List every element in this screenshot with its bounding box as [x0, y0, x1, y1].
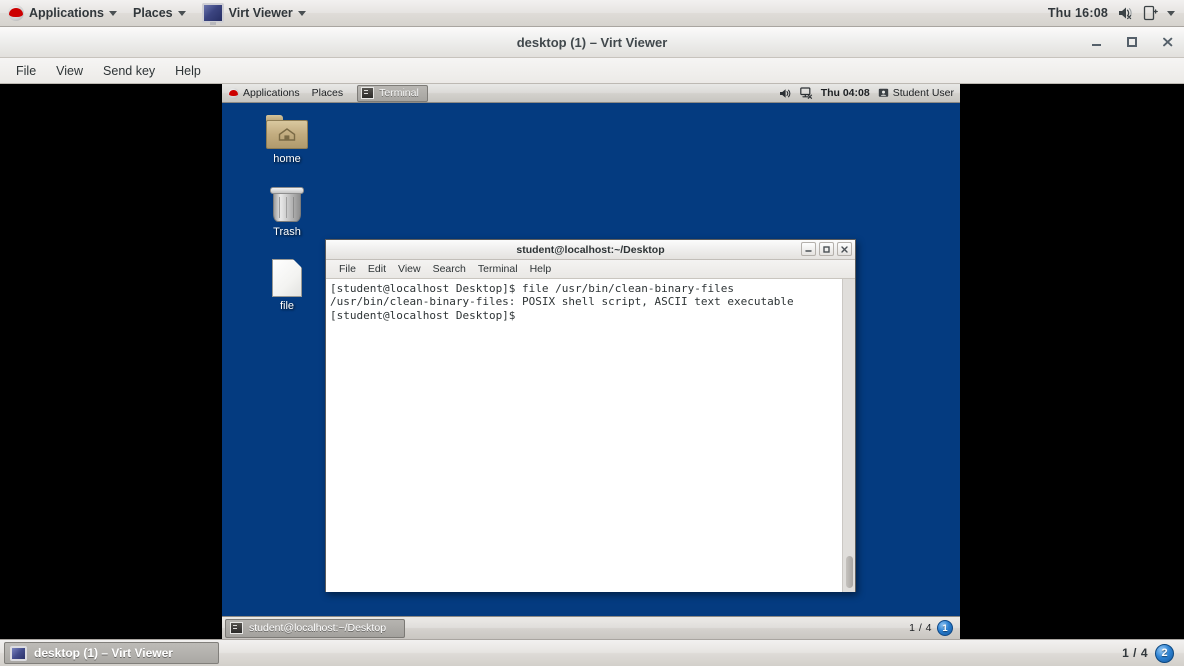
volume-icon[interactable]	[779, 88, 792, 99]
terminal-body[interactable]: [student@localhost Desktop]$ file /usr/b…	[326, 279, 855, 592]
terminal-menubar: File Edit View Search Terminal Help	[326, 260, 855, 279]
host-places-menu[interactable]: Places	[125, 0, 194, 26]
guest-taskbar: student@localhost:~/Desktop 1 / 4 1	[222, 616, 960, 639]
host-panel-status-area: Thu 16:08	[1048, 5, 1184, 21]
desktop-icon-label: Trash	[273, 226, 301, 238]
guest-panel-status-area: Thu 04:08 Student User	[779, 87, 960, 99]
window-title: desktop (1) – Virt Viewer	[516, 34, 668, 50]
terminal-menu-search[interactable]: Search	[427, 261, 472, 277]
display-icon	[10, 645, 27, 661]
guest-desktop[interactable]: Applications Places Terminal Thu 04:08 S…	[222, 84, 960, 639]
host-active-app-label: Virt Viewer	[228, 6, 293, 20]
guest-applications-label: Applications	[243, 87, 300, 99]
terminal-close-button[interactable]	[837, 242, 852, 256]
host-top-panel: Applications Places Virt Viewer Thu 16:0…	[0, 0, 1184, 27]
chevron-down-icon	[109, 10, 118, 16]
guest-window-button-terminal[interactable]: Terminal	[357, 84, 428, 102]
host-active-app-menu[interactable]: Virt Viewer	[194, 0, 314, 26]
terminal-menu-terminal[interactable]: Terminal	[472, 261, 524, 277]
battery-power-icon[interactable]	[1143, 5, 1158, 21]
terminal-title: student@localhost:~/Desktop	[516, 243, 665, 256]
guest-applications-menu[interactable]: Applications	[222, 84, 306, 102]
network-disconnected-icon[interactable]	[799, 87, 813, 99]
virt-viewer-icon	[201, 3, 224, 25]
window-controls	[1088, 27, 1176, 57]
host-clock[interactable]: Thu 16:08	[1048, 6, 1108, 20]
desktop-icon-file[interactable]: file	[250, 259, 324, 312]
desktop-icon-label: home	[273, 153, 301, 165]
terminal-icon	[230, 622, 243, 634]
desktop-icon-label: file	[279, 300, 295, 312]
host-places-label: Places	[133, 6, 173, 20]
terminal-icon	[361, 87, 375, 99]
red-hat-logo-icon	[8, 5, 24, 21]
guest-workspace-badge: 1	[937, 620, 953, 636]
terminal-window-controls	[801, 242, 852, 256]
terminal-menu-view[interactable]: View	[392, 261, 427, 277]
guest-places-label: Places	[311, 87, 344, 99]
trash-icon	[269, 185, 305, 223]
terminal-menu-file[interactable]: File	[333, 261, 362, 277]
guest-top-panel: Applications Places Terminal Thu 04:08 S…	[222, 84, 960, 103]
host-taskbar-item-virt-viewer[interactable]: desktop (1) – Virt Viewer	[4, 642, 219, 664]
terminal-scrollbar[interactable]	[842, 279, 855, 592]
maximize-button[interactable]	[1124, 34, 1140, 50]
chevron-down-icon	[177, 10, 186, 16]
guest-user-menu[interactable]: Student User	[878, 87, 954, 99]
terminal-output[interactable]: [student@localhost Desktop]$ file /usr/b…	[326, 279, 842, 592]
guest-workspace-switcher[interactable]: 1 / 4 1	[909, 620, 957, 636]
guest-window-button-label: Terminal	[379, 87, 419, 99]
host-applications-label: Applications	[29, 6, 105, 20]
home-folder-icon	[266, 114, 308, 150]
red-hat-logo-icon	[228, 87, 239, 99]
guest-display-canvas[interactable]: Applications Places Terminal Thu 04:08 S…	[0, 84, 1184, 639]
terminal-window[interactable]: student@localhost:~/Desktop File Edit Vi…	[325, 239, 856, 592]
guest-clock[interactable]: Thu 04:08	[821, 87, 870, 99]
guest-taskbar-item-terminal[interactable]: student@localhost:~/Desktop	[225, 618, 405, 638]
volume-muted-icon[interactable]	[1117, 6, 1134, 20]
desktop-icon-trash[interactable]: Trash	[250, 185, 324, 238]
virt-viewer-window: desktop (1) – Virt Viewer File View Send…	[0, 27, 1184, 639]
document-icon	[272, 259, 302, 297]
terminal-maximize-button[interactable]	[819, 242, 834, 256]
guest-user-label: Student User	[892, 87, 954, 99]
host-workspace-switcher[interactable]: 1 / 4 2	[1122, 643, 1180, 663]
host-taskbar-item-label: desktop (1) – Virt Viewer	[34, 646, 173, 660]
terminal-titlebar[interactable]: student@localhost:~/Desktop	[326, 240, 855, 260]
desktop-icon-home[interactable]: home	[250, 114, 324, 165]
host-workspace-badge: 2	[1155, 643, 1174, 663]
menu-send-key[interactable]: Send key	[93, 61, 165, 81]
terminal-menu-edit[interactable]: Edit	[362, 261, 392, 277]
chevron-down-icon	[297, 10, 306, 16]
terminal-minimize-button[interactable]	[801, 242, 816, 256]
minimize-button[interactable]	[1088, 34, 1104, 50]
screen: Applications Places Virt Viewer Thu 16:0…	[0, 0, 1184, 666]
host-workspace-count: 1 / 4	[1122, 646, 1148, 660]
virt-viewer-titlebar[interactable]: desktop (1) – Virt Viewer	[0, 27, 1184, 58]
chevron-down-icon[interactable]	[1167, 10, 1175, 16]
guest-places-menu[interactable]: Places	[306, 84, 350, 102]
host-applications-menu[interactable]: Applications	[0, 0, 125, 26]
menu-help[interactable]: Help	[165, 61, 211, 81]
menu-file[interactable]: File	[6, 61, 46, 81]
terminal-menu-help[interactable]: Help	[524, 261, 558, 277]
terminal-scrollbar-thumb[interactable]	[846, 556, 853, 588]
virt-viewer-menubar: File View Send key Help	[0, 58, 1184, 84]
menu-view[interactable]: View	[46, 61, 93, 81]
host-taskbar: desktop (1) – Virt Viewer 1 / 4 2	[0, 639, 1184, 666]
close-button[interactable]	[1160, 34, 1176, 50]
guest-taskbar-item-label: student@localhost:~/Desktop	[249, 622, 387, 634]
guest-workspace-count: 1 / 4	[909, 622, 932, 634]
